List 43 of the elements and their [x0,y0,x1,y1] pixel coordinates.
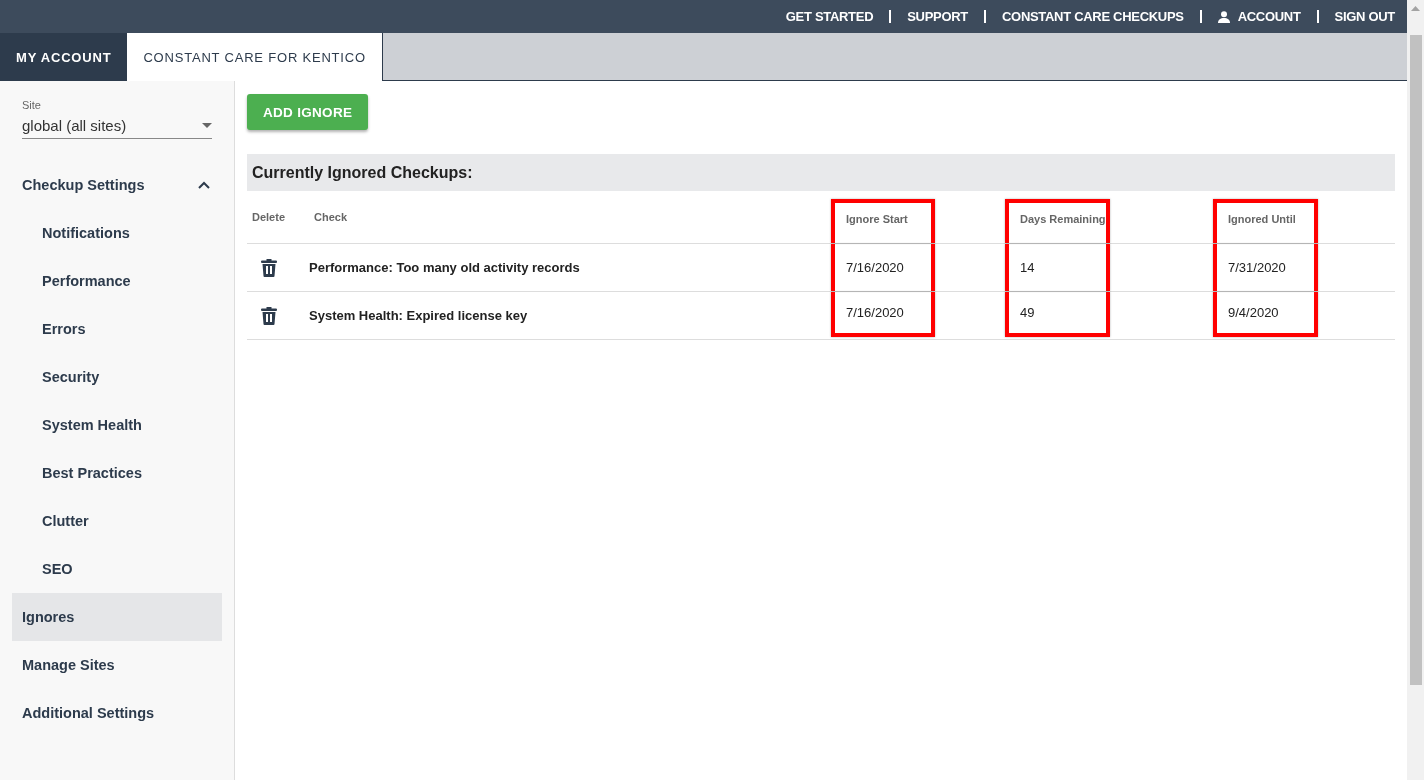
dropdown-caret-icon [202,123,212,128]
sidebar-item[interactable]: Ignores [12,593,222,641]
trash-icon [261,306,277,325]
table-cell-text: System Health: Expired license key [309,307,529,325]
table-cell: 7/16/2020 [831,292,935,337]
sidebar-item[interactable]: Performance [12,257,222,305]
table-cell: 9/4/2020 [1213,292,1318,337]
trash-icon [261,258,277,277]
sidebar-item[interactable]: Checkup Settings [12,161,222,209]
site-select[interactable]: global (all sites) [22,113,212,139]
tab[interactable]: CONSTANT CARE FOR KENTICO [127,33,383,81]
scroll-up-icon [1411,6,1420,11]
nav-link[interactable]: SUPPORT [907,9,968,24]
section-header: Currently Ignored Checkups: [247,154,1395,191]
table-cell: 49 [1005,292,1110,337]
column-header: Delete [251,210,287,225]
nav-link[interactable]: SIGN OUT [1334,9,1395,24]
column-header: Ignored Until [1213,199,1318,243]
sidebar-item[interactable]: SEO [12,545,222,593]
column-header: Ignore Start [831,199,935,243]
scroll-thumb[interactable] [1409,35,1422,685]
sidebar-item[interactable]: Clutter [12,497,222,545]
table-cell: 14 [1005,244,1110,291]
nav-link[interactable]: CONSTANT CARE CHECKUPS [1002,9,1184,24]
table-cell: 7/31/2020 [1213,244,1318,291]
table-cell: 7/16/2020 [831,244,935,291]
sidebar-item[interactable]: Errors [12,305,222,353]
sidebar-item[interactable]: Notifications [12,209,222,257]
table-cell-text: Performance: Too many old activity records [309,259,581,277]
chevron-up-icon [198,181,210,189]
nav-link[interactable]: GET STARTED [785,9,874,24]
sidebar-item[interactable]: Best Practices [12,449,222,497]
site-label: Site [21,99,42,111]
sidebar-item[interactable]: Manage Sites [12,641,222,689]
nav-link[interactable]: ACCOUNT [1217,9,1301,24]
scrollbar[interactable] [1407,0,1424,780]
column-header: Days Remaining [1005,199,1110,243]
sidebar-item[interactable]: Security [12,353,222,401]
sidebar-item[interactable]: Additional Settings [12,689,222,737]
tab[interactable]: MY ACCOUNT [0,33,128,81]
sidebar-item[interactable]: System Health [12,401,222,449]
user-icon [1217,10,1230,23]
column-header: Check [313,210,349,225]
